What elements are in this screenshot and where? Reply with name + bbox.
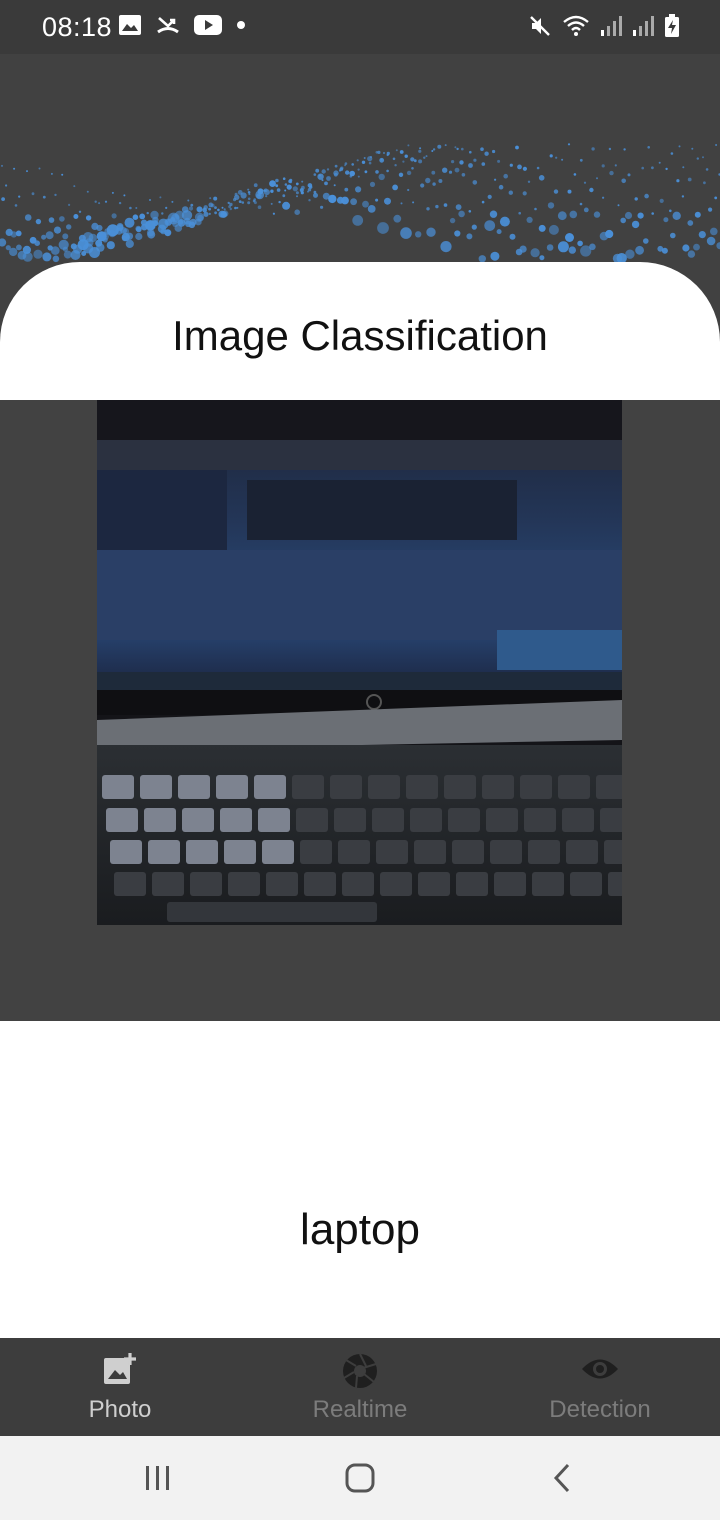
status-bar: 08:18 [0, 0, 720, 54]
eye-icon [582, 1359, 618, 1379]
missed-call-icon [157, 17, 179, 34]
back-icon [553, 1463, 570, 1493]
battery-icon [665, 14, 679, 37]
nav-photo-label: Photo [88, 1396, 152, 1423]
system-navigation-bar [0, 1436, 720, 1520]
signal-icon [633, 16, 654, 36]
page-title: Image Classification [172, 312, 548, 359]
dot-icon [237, 21, 245, 29]
result-panel [0, 1021, 720, 1338]
classification-result: laptop [300, 1205, 420, 1254]
wifi-icon [563, 15, 589, 36]
nav-realtime-label: Realtime [312, 1396, 408, 1423]
mute-icon [530, 16, 550, 36]
nav-realtime[interactable]: Realtime [240, 1338, 480, 1436]
nav-detection-label: Detection [549, 1396, 651, 1423]
back-button[interactable] [532, 1458, 592, 1498]
classified-photo [97, 400, 622, 925]
home-icon [345, 1463, 375, 1493]
status-time: 08:18 [42, 12, 113, 42]
recent-apps-icon [146, 1466, 169, 1490]
status-system-icons [528, 14, 680, 38]
nav-photo[interactable]: Photo [0, 1338, 240, 1436]
camera-shutter-icon [343, 1353, 377, 1389]
image-preview-area [0, 400, 720, 1021]
add-photo-icon [104, 1353, 136, 1384]
home-button[interactable] [330, 1458, 390, 1498]
bottom-navigation: Photo Realtime Detection [0, 1338, 720, 1436]
recent-apps-button[interactable] [128, 1458, 188, 1498]
signal-icon [601, 16, 622, 36]
youtube-icon [194, 15, 222, 35]
image-icon [119, 15, 141, 35]
dot-wave-decoration [0, 143, 720, 264]
status-notification-icons [118, 14, 246, 36]
nav-detection[interactable]: Detection [480, 1338, 720, 1436]
